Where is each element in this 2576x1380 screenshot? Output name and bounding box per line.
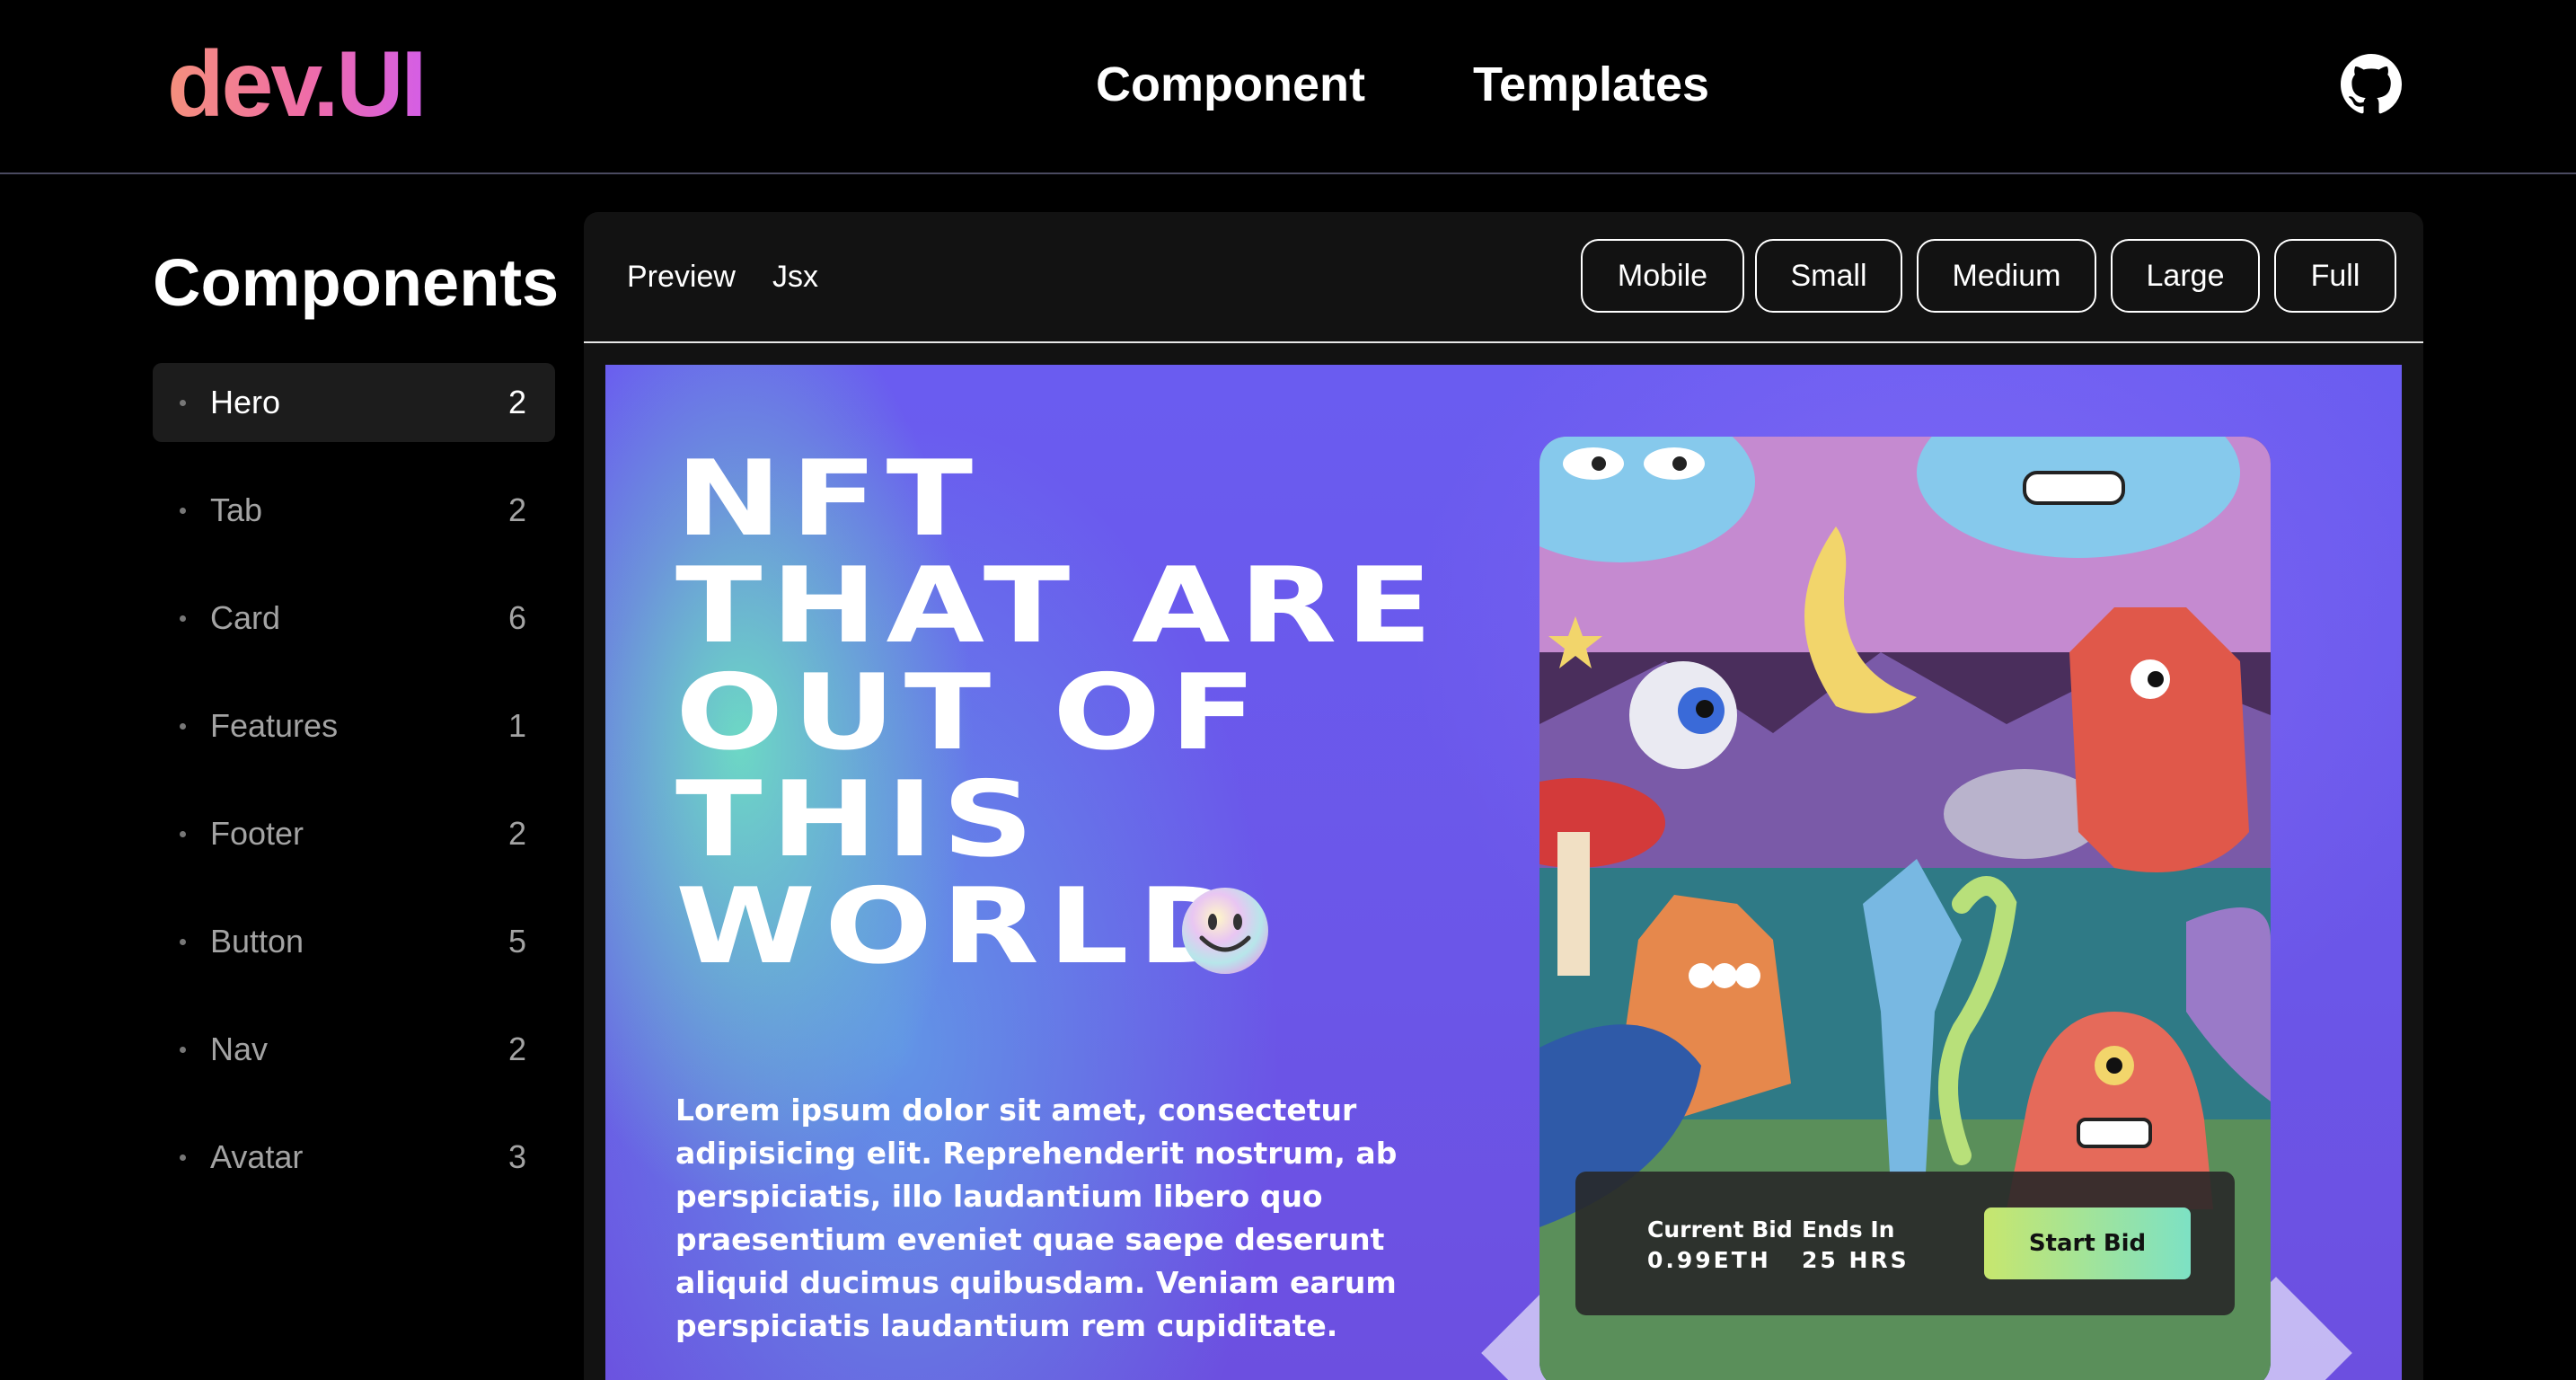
headline-line: OUT OF [675,652,1266,774]
bullet-icon [180,1047,186,1053]
hero-paragraph: Lorem ipsum dolor sit amet, consectetur … [675,1092,1398,1343]
smiley-icon [1182,888,1268,974]
sidebar-item-count: 1 [507,707,526,744]
headline-line: THIS [675,759,1043,880]
sidebar-item-tab[interactable]: Tab 2 [153,471,555,550]
size-small-button[interactable]: Small [1755,239,1902,313]
size-mobile-button[interactable]: Mobile [1581,239,1744,313]
sidebar-item-count: 2 [507,384,526,420]
sidebar-item-count: 2 [507,1031,526,1067]
nav-component-link[interactable]: Component [1096,56,1365,113]
sidebar-title: Components [153,245,560,320]
bid-panel: Current Bid 0.99ETH Ends In 25 HRS Start… [1575,1172,2235,1315]
sidebar-item-count: 2 [507,815,526,852]
sidebar-item-avatar[interactable]: Avatar 3 [153,1118,555,1197]
sidebar-item-count: 3 [507,1138,526,1175]
size-medium-button[interactable]: Medium [1917,239,2096,313]
bullet-icon [180,400,186,406]
bullet-icon [180,1154,186,1161]
sidebar-item-label: Nav [210,1031,269,1067]
headline-line: THAT ARE [675,545,1442,667]
nav-templates-link[interactable]: Templates [1473,56,1709,113]
bullet-icon [180,939,186,945]
tab-jsx[interactable]: Jsx [772,259,818,295]
sidebar-item-count: 5 [507,923,526,960]
ends-in-label: Ends In [1802,1216,1895,1243]
tab-preview[interactable]: Preview [627,259,736,295]
bullet-icon [180,831,186,837]
sidebar-item-label: Avatar [210,1138,304,1175]
ends-in-value: 25 HRS [1802,1247,1910,1273]
sidebar-item-count: 6 [507,599,526,636]
sidebar-item-label: Card [210,599,281,636]
sidebar-item-button[interactable]: Button 5 [153,902,555,981]
sidebar-item-label: Button [210,923,304,960]
hero-preview: NFT THAT ARE OUT OF THIS WORLD Lorem ips… [605,365,2402,1380]
sidebar-item-label: Hero [210,384,281,420]
bullet-icon [180,615,186,622]
logo[interactable]: dev.UI [167,31,427,138]
sidebar-item-features[interactable]: Features 1 [153,686,555,765]
sidebar-item-card[interactable]: Card 6 [153,579,555,658]
start-bid-button[interactable]: Start Bid [1984,1208,2191,1279]
sidebar-item-hero[interactable]: Hero 2 [153,363,555,442]
sidebar-item-nav[interactable]: Nav 2 [153,1010,555,1089]
nft-artwork-card: Current Bid 0.99ETH Ends In 25 HRS Start… [1539,437,2271,1380]
github-icon[interactable] [2341,54,2402,115]
sidebar-item-footer[interactable]: Footer 2 [153,794,555,873]
hero-headline: NFT THAT ARE OUT OF THIS WORLD [675,446,1574,980]
bullet-icon [180,508,186,514]
headline-line: NFT [675,438,982,560]
bullet-icon [180,723,186,730]
component-panel: Preview Jsx Mobile Small Medium Large Fu… [584,212,2423,1380]
sidebar-item-label: Features [210,707,339,744]
sidebar-item-label: Footer [210,815,304,852]
sidebar-item-count: 2 [507,491,526,528]
headline-line: WORLD [675,866,1252,987]
size-full-button[interactable]: Full [2274,239,2396,313]
current-bid-value: 0.99ETH [1647,1247,1771,1273]
size-large-button[interactable]: Large [2111,239,2260,313]
panel-divider [584,341,2423,343]
top-header: dev.UI Component Templates [0,0,2576,174]
current-bid-label: Current Bid [1647,1216,1793,1243]
sidebar-item-label: Tab [210,491,263,528]
sidebar-list: Hero 2 Tab 2 Card 6 Features 1 Footer 2 … [153,363,555,1225]
